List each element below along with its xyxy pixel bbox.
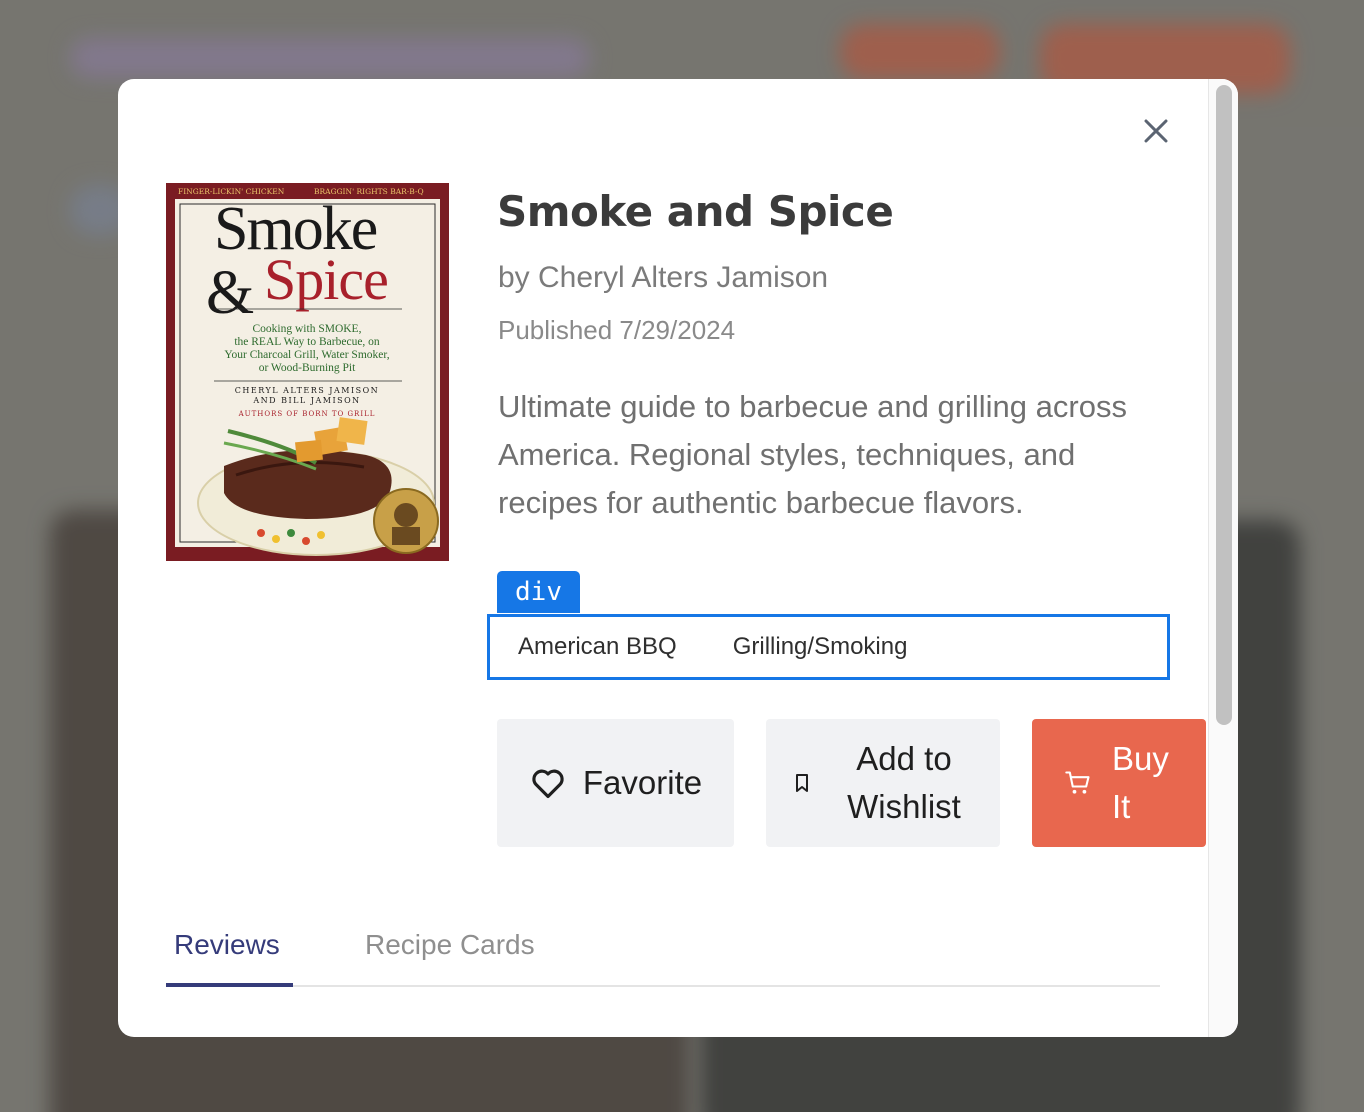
book-detail-modal: FINGER-LICKIN' CHICKEN BRAGGIN' RIGHTS B… — [118, 79, 1238, 1037]
tag-grilling-smoking: Grilling/Smoking — [732, 633, 908, 660]
cover-authors-note: AUTHORS OF BORN TO GRILL — [238, 410, 376, 418]
cover-authors-line: CHERYL ALTERS JAMISON — [235, 386, 379, 395]
book-cover-image: FINGER-LICKIN' CHICKEN BRAGGIN' RIGHTS B… — [166, 183, 449, 561]
cover-subtitle-line: Cooking with SMOKE, — [253, 323, 362, 335]
book-description: Ultimate guide to barbecue and grilling … — [498, 389, 1127, 520]
active-tab-indicator — [166, 983, 293, 987]
cover-word-spice: Spice — [264, 247, 388, 312]
cover-authors-line: AND BILL JAMISON — [252, 396, 360, 405]
book-published-date: Published 7/29/2024 — [498, 315, 736, 345]
buy-it-label: Buy It — [1112, 740, 1169, 825]
book-title: Smoke and Spice — [497, 187, 894, 236]
bookmark-icon — [796, 774, 808, 792]
modal-scrollbar[interactable] — [1208, 79, 1238, 1037]
cover-subtitle-line: Your Charcoal Grill, Water Smoker, — [224, 349, 389, 361]
cover-subtitle-line: the REAL Way to Barbecue, on — [234, 336, 380, 348]
close-button[interactable] — [1138, 113, 1174, 149]
add-to-wishlist-button[interactable]: Add to Wishlist — [766, 719, 1000, 847]
cart-icon — [1065, 771, 1090, 794]
cover-subtitle-line: or Wood-Burning Pit — [259, 362, 356, 374]
inspector-element-tag: div — [497, 571, 580, 613]
tab-recipe-cards[interactable]: Recipe Cards — [365, 929, 535, 961]
close-icon — [1144, 119, 1168, 143]
favorite-button[interactable]: Favorite — [497, 719, 734, 847]
cover-ampersand: & — [206, 259, 254, 327]
detail-tabs: Reviews Recipe Cards — [166, 919, 1160, 987]
heart-icon — [532, 769, 564, 799]
add-to-wishlist-label: Add to Wishlist — [847, 740, 961, 825]
tag-american-bbq: American BBQ — [518, 633, 677, 660]
buy-it-button[interactable]: Buy It — [1032, 719, 1206, 847]
book-author: by Cheryl Alters Jamison — [498, 261, 829, 294]
tab-reviews[interactable]: Reviews — [174, 929, 280, 961]
book-tags: American BBQ Grilling/Smoking — [487, 614, 1170, 680]
scrollbar-thumb[interactable] — [1216, 85, 1232, 725]
favorite-button-label: Favorite — [582, 764, 703, 801]
